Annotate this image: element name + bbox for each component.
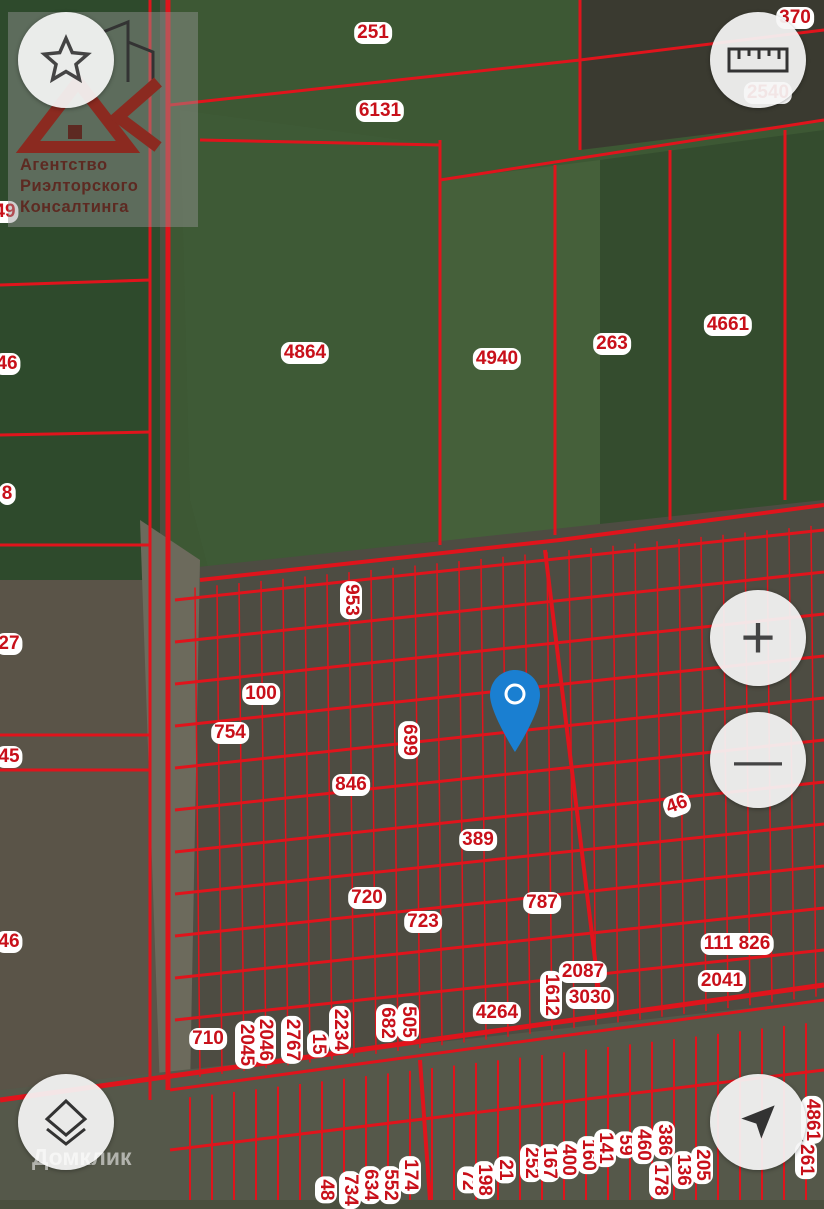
parcel-label[interactable]: 3030 <box>565 987 615 1009</box>
parcel-label[interactable]: 389 <box>459 829 497 851</box>
parcel-label[interactable]: 2234 <box>329 1005 351 1055</box>
ruler-icon <box>727 47 789 73</box>
location-marker[interactable] <box>488 668 542 759</box>
parcel-label[interactable]: 111 826 <box>700 933 774 955</box>
zoom-in-button[interactable]: + <box>710 590 806 686</box>
ruler-button[interactable] <box>710 12 806 108</box>
parcel-label[interactable]: 45 <box>0 746 23 768</box>
parcel-label[interactable]: 48 <box>315 1176 337 1204</box>
parcel-label[interactable]: 953 <box>340 581 362 619</box>
parcel-label[interactable]: 46 <box>0 931 23 953</box>
parcel-label[interactable]: 386 <box>653 1121 675 1159</box>
parcel-label[interactable]: 27 <box>0 633 23 655</box>
zoom-out-button[interactable]: — <box>710 712 806 808</box>
parcel-label[interactable]: 46 <box>0 353 21 375</box>
parcel-label[interactable]: 634 <box>359 1166 381 1204</box>
parcel-label[interactable]: 723 <box>404 911 442 933</box>
parcel-label[interactable]: 8 <box>0 483 16 505</box>
parcel-label[interactable]: 21 <box>494 1156 516 1184</box>
parcel-label[interactable]: 178 <box>649 1161 671 1199</box>
parcel-label[interactable]: 263 <box>593 333 631 355</box>
parcel-label[interactable]: 2767 <box>281 1015 303 1065</box>
my-location-button[interactable] <box>710 1074 806 1170</box>
parcel-label[interactable]: 6131 <box>355 100 405 122</box>
parcel-label[interactable]: 1612 <box>540 970 562 1020</box>
parcel-label[interactable]: 251 <box>354 22 392 44</box>
parcel-label[interactable]: 4264 <box>472 1002 522 1024</box>
parcel-label[interactable]: 205 <box>691 1146 713 1184</box>
parcel-label[interactable]: 710 <box>189 1028 227 1050</box>
parcel-label[interactable]: 4864 <box>280 342 330 364</box>
parcel-label[interactable]: 699 <box>398 721 420 759</box>
logo-line-1: Агентство <box>20 156 108 174</box>
parcel-label[interactable]: 15 <box>307 1030 329 1058</box>
parcel-label[interactable]: 400 <box>557 1141 579 1179</box>
parcel-label[interactable]: 846 <box>332 774 370 796</box>
star-icon <box>40 34 92 84</box>
parcel-label[interactable]: 198 <box>473 1161 495 1199</box>
parcel-label[interactable]: 505 <box>397 1003 419 1041</box>
parcel-label[interactable]: 2046 <box>254 1015 276 1065</box>
parcel-label[interactable]: 460 <box>632 1126 654 1164</box>
favorite-button[interactable] <box>18 12 114 108</box>
layers-icon <box>44 1098 88 1146</box>
parcel-label[interactable]: 2045 <box>235 1020 257 1070</box>
parcel-label[interactable]: 720 <box>348 887 386 909</box>
parcel-label[interactable]: 787 <box>523 892 561 914</box>
domclick-watermark: Домклик <box>32 1144 132 1170</box>
parcel-label[interactable]: 174 <box>399 1156 421 1194</box>
parcel-label[interactable]: 754 <box>211 722 249 744</box>
minus-icon: — <box>734 733 782 787</box>
parcel-label[interactable]: 4661 <box>703 314 753 336</box>
parcel-label[interactable]: 552 <box>379 1166 401 1204</box>
logo-line-2: Риэлторского <box>20 177 139 195</box>
parcel-label[interactable]: 682 <box>376 1004 398 1042</box>
parcel-label[interactable]: 4940 <box>472 348 522 370</box>
parcel-label[interactable]: 2041 <box>697 970 747 992</box>
parcel-label[interactable]: 100 <box>242 683 280 705</box>
agency-name: Агентство Риэлторского Консалтинга <box>20 155 138 218</box>
plus-icon: + <box>740 604 776 671</box>
parcel-label[interactable]: 734 <box>339 1171 361 1209</box>
map-pin-icon <box>490 670 540 752</box>
navigation-arrow-icon <box>741 1105 775 1139</box>
logo-line-3: Консалтинга <box>20 198 129 216</box>
parcel-label[interactable]: 2087 <box>558 961 608 983</box>
parcel-label[interactable]: 141 <box>594 1129 616 1167</box>
